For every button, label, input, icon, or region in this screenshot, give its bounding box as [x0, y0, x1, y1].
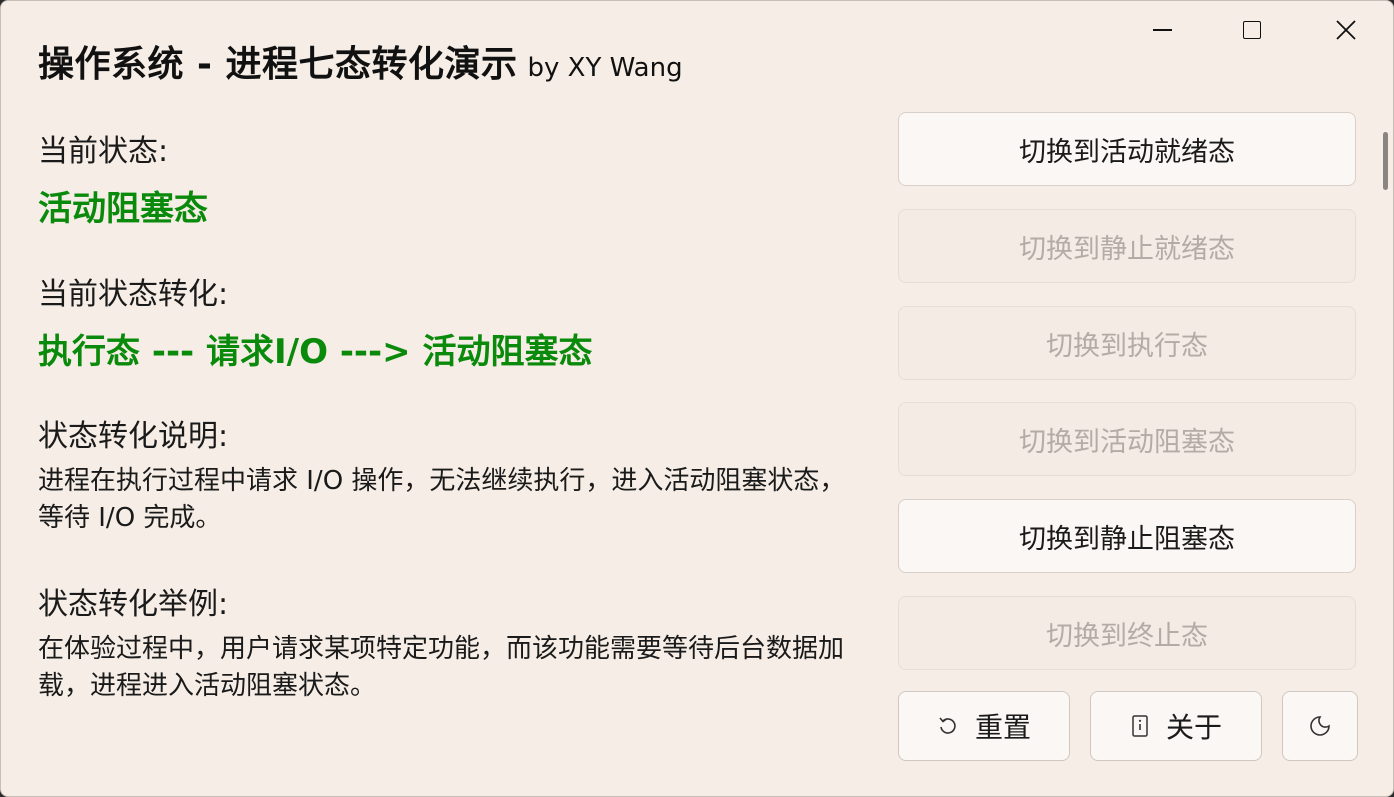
- example-text: 在体验过程中，用户请求某项特定功能，而该功能需要等待后台数据加载，进程进入活动阻…: [38, 634, 845, 701]
- example-label: 状态转化举例:: [38, 587, 229, 622]
- current-state-label: 当前状态:: [38, 134, 169, 169]
- switch-active-ready-button[interactable]: 切换到活动就绪态: [898, 112, 1356, 186]
- app-window: 操作系统 - 进程七态转化演示 by XY Wang 当前状态: 活动阻塞态 当前…: [0, 0, 1394, 797]
- info-icon: [1130, 714, 1150, 738]
- reset-label: 重置: [974, 711, 1031, 744]
- undo-icon: [937, 715, 959, 737]
- explain-label: 状态转化说明:: [38, 419, 229, 454]
- transition-value: 执行态 --- 请求I/O ---> 活动阻塞态: [38, 332, 593, 372]
- moon-icon: [1308, 714, 1332, 738]
- transition-label: 当前状态转化:: [38, 277, 229, 312]
- theme-toggle-button[interactable]: [1282, 691, 1358, 761]
- about-button[interactable]: 关于: [1090, 691, 1262, 761]
- switch-suspended-ready-button[interactable]: 切换到静止就绪态: [898, 209, 1356, 283]
- explain-text: 进程在执行过程中请求 I/O 操作，无法继续执行，进入活动阻塞状态，等待 I/O…: [38, 466, 846, 533]
- switch-terminated-button[interactable]: 切换到终止态: [898, 596, 1356, 670]
- switch-active-blocked-button[interactable]: 切换到活动阻塞态: [898, 402, 1356, 476]
- scrollbar-thumb[interactable]: [1383, 132, 1388, 190]
- maximize-button[interactable]: [1229, 9, 1275, 51]
- minimize-button[interactable]: [1139, 9, 1185, 51]
- close-icon: [1336, 20, 1356, 40]
- close-button[interactable]: [1323, 9, 1369, 51]
- title-author: by XY Wang: [527, 53, 683, 83]
- reset-button[interactable]: 重置: [898, 691, 1070, 761]
- switch-running-button[interactable]: 切换到执行态: [898, 306, 1356, 380]
- minimize-icon: [1152, 29, 1172, 31]
- switch-suspended-blocked-button[interactable]: 切换到静止阻塞态: [898, 499, 1356, 573]
- maximize-icon: [1243, 21, 1261, 39]
- about-label: 关于: [1165, 711, 1222, 744]
- title-main: 操作系统 - 进程七态转化演示: [38, 44, 518, 85]
- window-title: 操作系统 - 进程七态转化演示 by XY Wang: [38, 35, 683, 87]
- current-state-value: 活动阻塞态: [38, 189, 208, 229]
